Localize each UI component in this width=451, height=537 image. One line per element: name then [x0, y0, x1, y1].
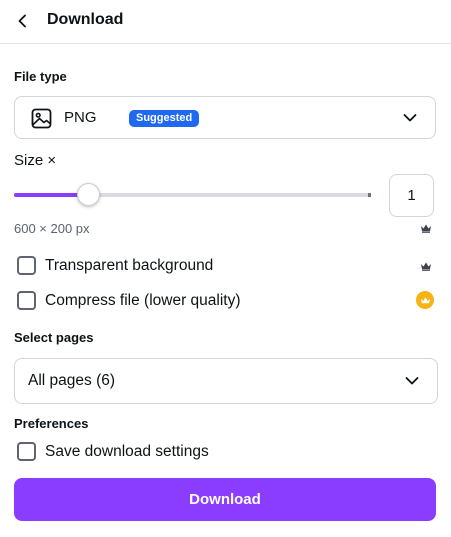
- suggested-badge: Suggested: [129, 110, 200, 127]
- chevron-left-icon: [17, 14, 29, 28]
- file-type-value: PNG: [64, 109, 97, 126]
- size-slider[interactable]: [14, 193, 370, 197]
- slider-end-mark: [368, 193, 371, 197]
- preferences-label: Preferences: [14, 416, 89, 431]
- chevron-down-icon: [403, 113, 417, 122]
- save-download-settings-checkbox[interactable]: [17, 442, 36, 461]
- compress-file-option[interactable]: Compress file (lower quality): [17, 291, 241, 310]
- size-input[interactable]: [389, 174, 434, 217]
- download-button[interactable]: Download: [14, 478, 436, 521]
- back-button[interactable]: [10, 8, 36, 34]
- crown-icon: [420, 261, 432, 271]
- dimensions-text: 600 × 200 px: [14, 221, 90, 236]
- transparent-background-checkbox[interactable]: [17, 256, 36, 275]
- compress-file-checkbox[interactable]: [17, 291, 36, 310]
- save-download-settings-label: Save download settings: [45, 442, 209, 460]
- chevron-down-icon: [405, 377, 419, 386]
- select-pages-label: Select pages: [14, 330, 94, 345]
- save-download-settings-option[interactable]: Save download settings: [17, 442, 209, 461]
- header: Download: [0, 0, 451, 44]
- crown-icon: [420, 223, 432, 233]
- size-label: Size ×: [14, 152, 57, 169]
- compress-file-label: Compress file (lower quality): [45, 291, 241, 309]
- pages-select[interactable]: All pages (6): [14, 358, 438, 404]
- transparent-background-option[interactable]: Transparent background: [17, 256, 213, 275]
- file-type-select[interactable]: PNG Suggested: [14, 96, 436, 139]
- image-icon: [31, 108, 52, 129]
- pages-select-value: All pages (6): [28, 372, 116, 389]
- page-title: Download: [47, 11, 124, 28]
- premium-crown-icon: [416, 291, 434, 309]
- file-type-label: File type: [14, 69, 67, 84]
- transparent-background-label: Transparent background: [45, 256, 214, 274]
- slider-thumb[interactable]: [77, 183, 101, 206]
